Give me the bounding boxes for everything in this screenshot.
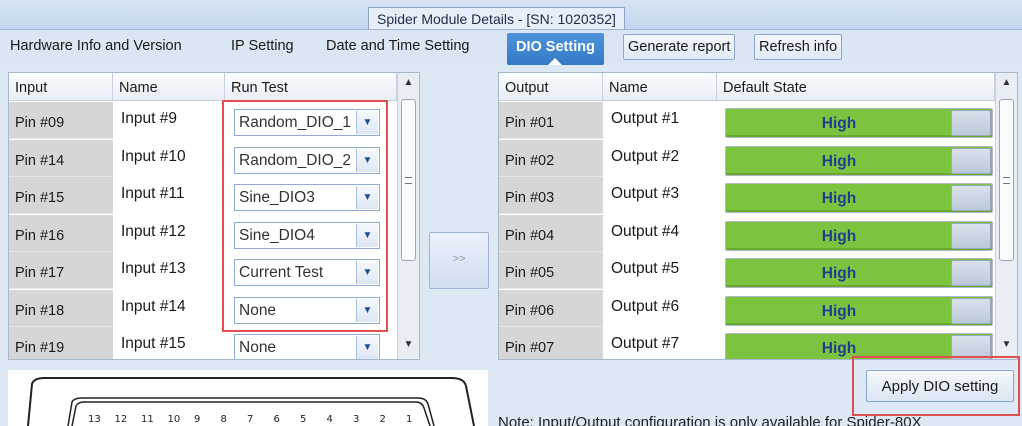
pin-cell: Pin #15: [9, 177, 113, 214]
pin-cell: Pin #19: [9, 327, 113, 359]
toggle-thumb[interactable]: [951, 297, 991, 324]
output-name-cell: Output #6: [611, 297, 680, 315]
input-name-cell: Input #12: [121, 222, 186, 240]
pin-cell: Pin #05: [499, 252, 603, 289]
default-state-toggle[interactable]: High: [725, 220, 993, 251]
connector-pin-label: 12: [115, 414, 128, 425]
pin-cell: Pin #07: [499, 327, 603, 359]
tab-date-time-setting[interactable]: Date and Time Setting: [326, 38, 469, 54]
toggle-label: High: [821, 265, 857, 282]
generate-report-button[interactable]: Generate report: [623, 34, 736, 60]
input-name-cell: Input #15: [121, 335, 186, 352]
output-name-cell: Output #1: [611, 110, 680, 127]
default-state-toggle[interactable]: High: [725, 183, 993, 213]
pin-cell: Pin #01: [499, 102, 603, 139]
toggle-thumb[interactable]: [951, 260, 991, 286]
pin-cell: Pin #09: [9, 102, 113, 139]
input-name-cell: Input #14: [121, 297, 186, 315]
default-state-toggle[interactable]: High: [725, 145, 993, 176]
scroll-up-icon[interactable]: ▲: [996, 77, 1017, 95]
move-right-button[interactable]: >>: [429, 232, 489, 289]
toggle-label: High: [821, 115, 857, 132]
config-note: Note: Input/Output configuration is only…: [498, 414, 922, 426]
chevron-down-icon[interactable]: ▼: [356, 336, 378, 359]
input-grid-scrollbar[interactable]: ▲ ▼: [397, 73, 419, 359]
scroll-down-icon[interactable]: ▼: [398, 339, 419, 357]
toggle-label: High: [821, 190, 857, 207]
pin-cell: Pin #03: [499, 177, 603, 214]
input-name-cell: Input #11: [121, 185, 185, 202]
output-name-cell: Output #7: [611, 335, 680, 352]
table-row[interactable]: Pin #06 Output #6 High: [499, 289, 995, 327]
default-state-toggle[interactable]: High: [725, 108, 993, 138]
table-row[interactable]: Pin #05 Output #5 High: [499, 252, 995, 289]
output-name-cell: Output #3: [611, 185, 680, 202]
pin-cell: Pin #06: [499, 289, 603, 327]
pin-cell: Pin #04: [499, 214, 603, 252]
toggle-label: High: [821, 152, 857, 170]
run-test-dropdown[interactable]: None ▼: [234, 334, 380, 359]
output-name-column-header[interactable]: Name: [603, 73, 717, 101]
scrollbar-thumb[interactable]: [401, 99, 416, 261]
default-state-toggle[interactable]: High: [725, 258, 993, 288]
output-name-cell: Output #2: [611, 147, 680, 165]
output-name-cell: Output #4: [611, 222, 680, 240]
toggle-label: High: [821, 302, 857, 320]
connector-pin-label: 10: [168, 414, 181, 425]
input-column-header[interactable]: Input: [9, 73, 113, 101]
scroll-up-icon[interactable]: ▲: [398, 77, 419, 95]
table-row[interactable]: Pin #01 Output #1 High: [499, 102, 995, 139]
connector-pin-label: 6: [274, 414, 280, 425]
refresh-info-button[interactable]: Refresh info: [754, 34, 843, 60]
tab-bar: Hardware Info and Version IP Setting Dat…: [0, 30, 1022, 66]
window-title: Spider Module Details - [SN: 1020352]: [368, 7, 625, 29]
connector-pin-label: 3: [353, 414, 359, 425]
name-column-header[interactable]: Name: [113, 73, 225, 101]
run-test-highlight: [222, 100, 388, 332]
toggle-label: High: [821, 227, 857, 245]
connector-pin-label: 11: [141, 414, 154, 425]
output-grid: Output Name Default State Pin #01 Output …: [498, 72, 1018, 360]
tab-dio-setting[interactable]: DIO Setting: [507, 33, 604, 65]
table-row[interactable]: Pin #03 Output #3 High: [499, 177, 995, 214]
connector-pin-label: 13: [88, 414, 101, 425]
input-name-cell: Input #10: [121, 147, 186, 165]
pin-cell: Pin #16: [9, 214, 113, 252]
toggle-thumb[interactable]: [951, 185, 991, 211]
tab-hardware-info[interactable]: Hardware Info and Version: [10, 38, 182, 54]
table-row[interactable]: Pin #04 Output #4 High: [499, 214, 995, 252]
default-state-toggle[interactable]: High: [725, 295, 993, 326]
output-grid-scrollbar[interactable]: ▲ ▼: [995, 73, 1017, 359]
table-row[interactable]: Pin #02 Output #2 High: [499, 139, 995, 177]
input-name-cell: Input #13: [121, 260, 186, 277]
output-column-header[interactable]: Output: [499, 73, 603, 101]
output-name-cell: Output #5: [611, 260, 680, 277]
run-test-value: None: [239, 339, 277, 356]
title-bar: Spider Module Details - [SN: 1020352]: [0, 0, 1022, 30]
pin-cell: Pin #14: [9, 139, 113, 177]
scroll-down-icon[interactable]: ▼: [996, 339, 1017, 357]
connector-pin-label: 2: [380, 414, 386, 425]
pin-cell: Pin #17: [9, 252, 113, 289]
apply-dio-setting-button[interactable]: Apply DIO setting: [866, 370, 1014, 402]
pin-cell: Pin #02: [499, 139, 603, 177]
connector-pin-label: 4: [327, 414, 333, 425]
connector-outline: 13 12 11 10 9 8 7 6 5 4 3 2 1: [27, 377, 475, 426]
input-name-cell: Input #9: [121, 110, 178, 127]
toggle-thumb[interactable]: [951, 147, 991, 174]
connector-diagram: 13 12 11 10 9 8 7 6 5 4 3 2 1: [8, 370, 488, 426]
scrollbar-thumb[interactable]: [999, 99, 1014, 261]
connector-pin-label: 5: [300, 414, 306, 425]
connector-pin-label: 1: [406, 414, 412, 425]
default-state-column-header[interactable]: Default State: [717, 73, 995, 101]
pin-cell: Pin #18: [9, 289, 113, 327]
run-test-column-header[interactable]: Run Test: [225, 73, 397, 101]
connector-pin-label: 7: [247, 414, 253, 425]
tab-ip-setting[interactable]: IP Setting: [231, 38, 294, 54]
connector-pin-label: 9: [194, 414, 200, 425]
toggle-thumb[interactable]: [951, 110, 991, 136]
connector-pin-label: 8: [221, 414, 227, 425]
toggle-thumb[interactable]: [951, 222, 991, 249]
